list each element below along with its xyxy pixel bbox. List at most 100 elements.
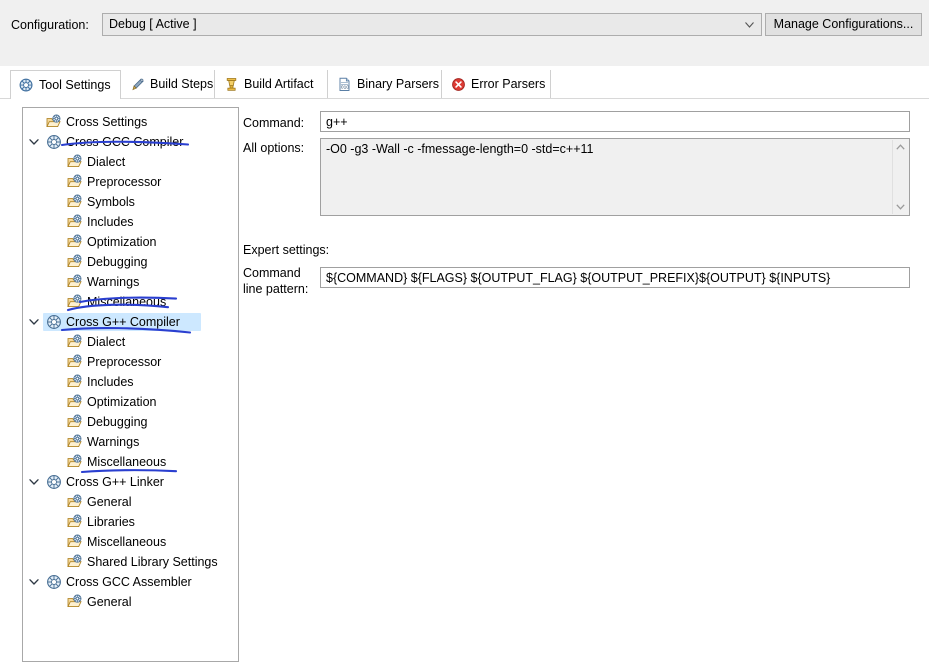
tree-item-cross-gpp-compiler[interactable]: Cross G++ Compiler [23,312,238,332]
manage-configurations-button[interactable]: Manage Configurations... [765,13,922,36]
settings-folder-icon [67,534,83,550]
tree-item-label: Miscellaneous [87,535,167,549]
tree-item-label: Includes [87,375,134,389]
expert-settings-label: Expert settings: [243,243,330,257]
settings-folder-icon [67,174,83,190]
configuration-value: Debug [ Active ] [109,17,197,31]
tree-item-dialect[interactable]: Dialect [23,332,238,352]
settings-folder-icon [67,514,83,530]
compiler-icon [46,314,62,330]
tab-label: Build Artifact [244,77,314,92]
error-parsers-icon [451,77,466,92]
tree-item-label: Miscellaneous [87,295,167,309]
tree-item-miscellaneous[interactable]: Miscellaneous [23,452,238,472]
tree-item-label: Cross GCC Compiler [66,135,184,149]
tree-item-label: Symbols [87,195,135,209]
settings-folder-icon [67,294,83,310]
tree-item-cross-gcc-assembler[interactable]: Cross GCC Assembler [23,572,238,592]
command-input[interactable] [320,111,910,132]
settings-folder-icon [67,234,83,250]
tree-item-label: Cross G++ Linker [66,475,164,489]
settings-folder-icon [67,414,83,430]
tab-tool-settings[interactable]: Tool Settings [10,70,121,99]
tree-item-optimization[interactable]: Optimization [23,392,238,412]
chevron-down-icon[interactable] [29,318,39,326]
tree-item-optimization[interactable]: Optimization [23,232,238,252]
tab-label: Tool Settings [39,77,111,92]
tree-item-label: Preprocessor [87,355,162,369]
tree-item-miscellaneous[interactable]: Miscellaneous [23,532,238,552]
tree-item-label: Cross G++ Compiler [66,315,180,329]
compiler-icon [46,134,62,150]
tree-item-label: Optimization [87,235,157,249]
tree-item-debugging[interactable]: Debugging [23,252,238,272]
tab-binary-parsers[interactable]: 010 Binary Parsers [329,70,442,99]
tab-error-parsers[interactable]: Error Parsers [443,70,551,99]
settings-folder-icon [67,254,83,270]
command-line-pattern-input[interactable] [320,267,910,288]
tree-item-label: Shared Library Settings [87,555,218,569]
tree-item-label: Warnings [87,435,140,449]
tree-item-symbols[interactable]: Symbols [23,192,238,212]
binary-parsers-icon: 010 [337,77,352,92]
tree-item-preprocessor[interactable]: Preprocessor [23,352,238,372]
tree-item-label: Optimization [87,395,157,409]
tree-item-includes[interactable]: Includes [23,212,238,232]
tree-item-label: General [87,495,132,509]
tree-item-preprocessor[interactable]: Preprocessor [23,172,238,192]
configuration-dropdown[interactable]: Debug [ Active ] [102,13,762,36]
tree-item-dialect[interactable]: Dialect [23,152,238,172]
tree-item-label: Debugging [87,415,148,429]
settings-folder-icon [67,354,83,370]
tree-item-cross-gcc-compiler[interactable]: Cross GCC Compiler [23,132,238,152]
configuration-bar: Configuration: Debug [ Active ] Manage C… [0,0,929,67]
settings-folder-icon [67,594,83,610]
tree-item-general[interactable]: General [23,492,238,512]
tree-item-label: Debugging [87,255,148,269]
build-steps-icon [130,77,145,92]
chevron-down-icon[interactable] [29,138,39,146]
settings-folder-icon [67,274,83,290]
settings-folder-icon [67,554,83,570]
tree-item-includes[interactable]: Includes [23,372,238,392]
chevron-down-icon[interactable] [29,578,39,586]
all-options-scrollbar[interactable] [892,140,908,214]
chevron-down-icon [745,22,754,28]
tree-item-warnings[interactable]: Warnings [23,432,238,452]
settings-folder-icon [67,454,83,470]
tool-settings-panel: Cross Settings Cross GCC Compiler Dialect P… [0,99,929,664]
settings-folder-icon [67,434,83,450]
tree-item-cross-settings[interactable]: Cross Settings [23,112,238,132]
compiler-icon [46,574,62,590]
tab-build-steps[interactable]: Build Steps [122,70,215,99]
tree-item-label: Dialect [87,155,126,169]
command-line-pattern-label-line1: Command [243,266,301,280]
settings-folder-icon [67,214,83,230]
tool-settings-icon [19,78,34,93]
tree-item-shared-library-settings[interactable]: Shared Library Settings [23,552,238,572]
tree-item-cross-gpp-linker[interactable]: Cross G++ Linker [23,472,238,492]
tree-item-label: Cross GCC Assembler [66,575,192,589]
tab-strip: Tool Settings Build Steps Build Artifact [0,70,929,99]
tree-item-general[interactable]: General [23,592,238,612]
settings-folder-icon [67,194,83,210]
all-options-textarea[interactable]: -O0 -g3 -Wall -c -fmessage-length=0 -std… [320,138,910,216]
tree-item-miscellaneous[interactable]: Miscellaneous [23,292,238,312]
settings-folder-icon [67,374,83,390]
tree-item-label: Warnings [87,275,140,289]
tree-item-libraries[interactable]: Libraries [23,512,238,532]
tree-item-label: Includes [87,215,134,229]
svg-text:010: 010 [341,85,349,91]
chevron-up-icon[interactable] [893,140,908,155]
chevron-down-icon[interactable] [29,478,39,486]
chevron-down-icon[interactable] [893,199,908,214]
tab-build-artifact[interactable]: Build Artifact [216,70,328,99]
settings-tree[interactable]: Cross Settings Cross GCC Compiler Dialect P… [22,107,239,662]
command-label: Command: [243,116,305,130]
settings-folder-icon [67,394,83,410]
command-line-pattern-label-line2: line pattern: [243,282,309,296]
tree-item-debugging[interactable]: Debugging [23,412,238,432]
configuration-label: Configuration: [11,18,89,32]
tree-item-warnings[interactable]: Warnings [23,272,238,292]
settings-folder-icon [46,114,62,130]
